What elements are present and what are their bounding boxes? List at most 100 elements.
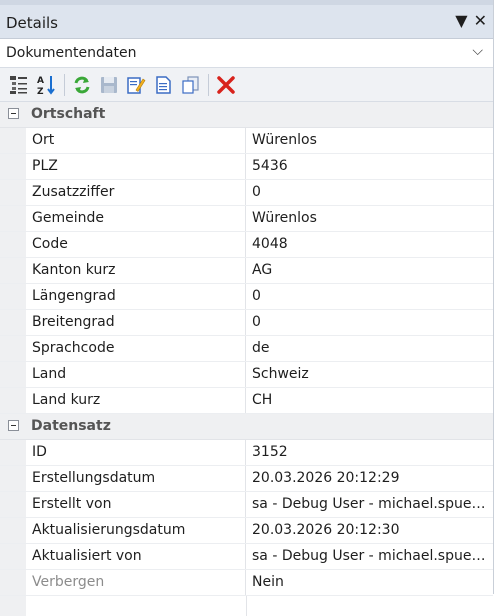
row-gutter	[0, 258, 26, 283]
property-key: Erstellt von	[26, 492, 246, 517]
column-divider	[246, 596, 247, 616]
section-header-ortschaft: Ortschaft	[0, 102, 493, 128]
property-row[interactable]: Erstellt von sa - Debug User - michael.sp…	[0, 492, 493, 518]
details-panel: Details ▼ ✕ Dokumentendaten ⌵ A Z Ortsch…	[0, 0, 494, 616]
property-key: Verbergen	[26, 570, 246, 595]
property-row[interactable]: Längengrad 0	[0, 284, 493, 310]
collapse-toggle-icon[interactable]	[8, 420, 19, 431]
row-gutter	[0, 492, 26, 517]
property-row[interactable]: Land Schweiz	[0, 362, 493, 388]
close-icon[interactable]: ✕	[474, 13, 487, 29]
property-value[interactable]: sa - Debug User - michael.spuehler	[246, 544, 493, 569]
property-row[interactable]: ID 3152	[0, 440, 493, 466]
property-value[interactable]: sa - Debug User - michael.spuehler	[246, 492, 493, 517]
row-gutter	[0, 336, 26, 361]
property-key: Längengrad	[26, 284, 246, 309]
row-gutter	[0, 284, 26, 309]
property-row[interactable]: Aktualisiert von sa - Debug User - michae…	[0, 544, 493, 570]
property-key: Aktualisierungsdatum	[26, 518, 246, 543]
property-key: Zusatzziffer	[26, 180, 246, 205]
property-row[interactable]: Verbergen Nein	[0, 570, 493, 596]
row-gutter	[0, 388, 26, 413]
section-title: Ortschaft	[31, 106, 106, 122]
row-gutter	[0, 180, 26, 205]
row-gutter	[0, 466, 26, 491]
row-gutter	[0, 310, 26, 335]
collapse-toggle-icon[interactable]	[8, 108, 19, 119]
svg-text:A: A	[37, 76, 44, 86]
svg-text:Z: Z	[37, 87, 44, 96]
row-gutter	[0, 206, 26, 231]
property-row[interactable]: Aktualisierungsdatum 20.03.2026 20:12:30	[0, 518, 493, 544]
property-key: Ort	[26, 128, 246, 153]
property-value[interactable]: CH	[246, 388, 493, 413]
property-row[interactable]: Sprachcode de	[0, 336, 493, 362]
row-gutter	[0, 362, 26, 387]
document-icon[interactable]	[152, 74, 174, 96]
property-value[interactable]: 20.03.2026 20:12:29	[246, 466, 493, 491]
property-row[interactable]: Kanton kurz AG	[0, 258, 493, 284]
property-value[interactable]: Nein	[246, 570, 493, 595]
property-value[interactable]: 5436	[246, 154, 493, 179]
property-value[interactable]: 0	[246, 310, 493, 335]
view-selector-dropdown[interactable]: Dokumentendaten ⌵	[0, 39, 493, 68]
property-row[interactable]: Breitengrad 0	[0, 310, 493, 336]
property-key: Code	[26, 232, 246, 257]
property-value[interactable]: 4048	[246, 232, 493, 257]
property-value[interactable]: Würenlos	[246, 206, 493, 231]
row-gutter	[0, 154, 26, 179]
property-value[interactable]: 20.03.2026 20:12:30	[246, 518, 493, 543]
property-row[interactable]: Land kurz CH	[0, 388, 493, 414]
row-gutter	[0, 128, 26, 153]
property-row[interactable]: Ort Würenlos	[0, 128, 493, 154]
property-value[interactable]: 0	[246, 180, 493, 205]
property-row[interactable]: Gemeinde Würenlos	[0, 206, 493, 232]
property-value[interactable]: AG	[246, 258, 493, 283]
property-key: Kanton kurz	[26, 258, 246, 283]
property-key: PLZ	[26, 154, 246, 179]
property-row[interactable]: Code 4048	[0, 232, 493, 258]
property-key: Land	[26, 362, 246, 387]
chevron-down-icon: ⌵	[472, 43, 483, 59]
section-header-datensatz: Datensatz	[0, 414, 493, 440]
toolbar: A Z	[0, 68, 493, 102]
sort-alpha-icon[interactable]: A Z	[35, 74, 57, 96]
panel-title: Details	[6, 14, 59, 32]
property-key: Erstellungsdatum	[26, 466, 246, 491]
property-value[interactable]: de	[246, 336, 493, 361]
toolbar-separator	[208, 73, 209, 96]
property-key: Sprachcode	[26, 336, 246, 361]
grid-empty-area	[0, 596, 493, 616]
property-value[interactable]: Würenlos	[246, 128, 493, 153]
property-key: Aktualisiert von	[26, 544, 246, 569]
row-gutter	[0, 440, 26, 465]
property-value[interactable]: 0	[246, 284, 493, 309]
panel-title-buttons: ▼ ✕	[455, 13, 487, 29]
refresh-icon[interactable]	[71, 74, 93, 96]
property-row[interactable]: PLZ 5436	[0, 154, 493, 180]
row-gutter	[0, 570, 26, 595]
property-grid: Ortschaft Ort Würenlos PLZ 5436 Zusatzziff…	[0, 102, 493, 616]
pin-dropdown-icon[interactable]: ▼	[455, 13, 467, 29]
property-row[interactable]: Zusatzziffer 0	[0, 180, 493, 206]
row-gutter	[0, 544, 26, 569]
row-gutter	[0, 596, 26, 616]
panel-titlebar: Details ▼ ✕	[0, 0, 493, 39]
property-key: Gemeinde	[26, 206, 246, 231]
delete-icon[interactable]	[215, 74, 237, 96]
property-key: Breitengrad	[26, 310, 246, 335]
property-value[interactable]: 3152	[246, 440, 493, 465]
property-row[interactable]: Erstellungsdatum 20.03.2026 20:12:29	[0, 466, 493, 492]
toolbar-separator	[64, 73, 65, 96]
property-value[interactable]: Schweiz	[246, 362, 493, 387]
section-title: Datensatz	[31, 418, 111, 434]
row-gutter	[0, 518, 26, 543]
row-gutter	[0, 232, 26, 257]
property-key: Land kurz	[26, 388, 246, 413]
categorize-icon[interactable]	[8, 74, 30, 96]
save-icon[interactable]	[98, 74, 120, 96]
property-key: ID	[26, 440, 246, 465]
edit-icon[interactable]	[125, 74, 147, 96]
copy-icon[interactable]	[179, 74, 201, 96]
view-selector-value: Dokumentendaten	[6, 45, 137, 61]
